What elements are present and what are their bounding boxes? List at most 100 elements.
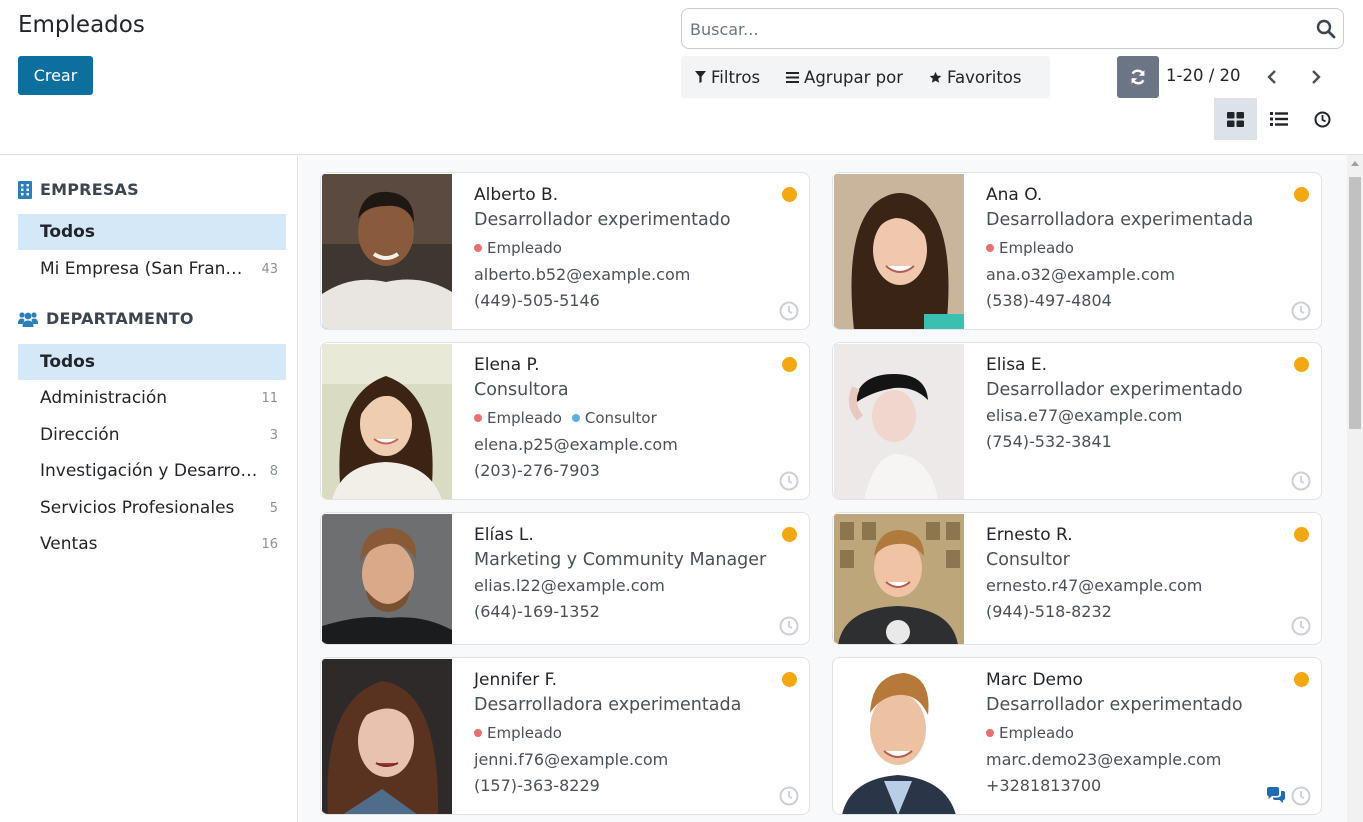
sidebar-item-department-ventas[interactable]: Ventas 16 xyxy=(18,526,286,562)
kanban-view-button[interactable] xyxy=(1214,98,1258,140)
presence-status-icon xyxy=(1294,672,1309,687)
employee-phone[interactable]: (157)-363-8229 xyxy=(474,773,779,799)
employee-card[interactable]: Elena P. Consultora Empleado Consultor e… xyxy=(320,342,810,500)
employee-name: Marc Demo xyxy=(986,670,1083,690)
employee-card[interactable]: Elías L. Marketing y Community Manager e… xyxy=(320,512,810,645)
pager-value[interactable]: 1-20 / 20 xyxy=(1166,66,1241,85)
scrollbar[interactable] xyxy=(1347,155,1363,822)
refresh-button[interactable] xyxy=(1117,56,1159,98)
control-panel: Empleados Crear Filtros Agrupar por Favo… xyxy=(0,0,1363,155)
employee-card[interactable]: Jennifer F. Desarrolladora experimentada… xyxy=(320,657,810,815)
activity-clock-icon[interactable] xyxy=(1291,301,1311,321)
employee-email[interactable]: ana.o32@example.com xyxy=(986,262,1291,288)
employee-phone[interactable]: (754)-532-3841 xyxy=(986,429,1291,455)
employee-email[interactable]: ernesto.r47@example.com xyxy=(986,573,1291,599)
employee-phone[interactable]: (944)-518-8232 xyxy=(986,599,1291,625)
kanban-view: Alberto B. Desarrollador experimentado E… xyxy=(299,155,1347,822)
sidebar-item-companies-all[interactable]: Todos xyxy=(18,214,286,250)
employee-name: Elías L. xyxy=(474,525,534,545)
employee-card[interactable]: Elisa E. Desarrollador experimentado eli… xyxy=(832,342,1322,500)
employee-card[interactable]: Marc Demo Desarrollador experimentado Em… xyxy=(832,657,1322,815)
department-header-label: DEPARTAMENTO xyxy=(46,309,194,328)
employee-tags: Empleado xyxy=(474,718,779,747)
employee-email[interactable]: jenni.f76@example.com xyxy=(474,747,779,773)
activity-view-button[interactable] xyxy=(1301,98,1344,140)
star-icon xyxy=(929,71,942,83)
employee-email[interactable]: alberto.b52@example.com xyxy=(474,262,779,288)
favorites-button[interactable]: Favoritos xyxy=(929,67,1022,87)
activity-clock-icon[interactable] xyxy=(779,471,799,491)
pager-previous-button[interactable] xyxy=(1262,65,1282,89)
employee-card[interactable]: Alberto B. Desarrollador experimentado E… xyxy=(320,172,810,330)
employee-email[interactable]: elena.p25@example.com xyxy=(474,432,779,458)
employee-avatar xyxy=(834,659,964,814)
employee-name: Ernesto R. xyxy=(986,525,1073,545)
sidebar-item-count: 8 xyxy=(269,463,278,479)
sidebar-item-department-administracion[interactable]: Administración 11 xyxy=(18,380,286,416)
employee-email[interactable]: elias.l22@example.com xyxy=(474,573,779,599)
employee-card[interactable]: Ernesto R. Consultor ernesto.r47@example… xyxy=(832,512,1322,645)
employee-avatar xyxy=(322,344,452,499)
employee-card[interactable]: Ana O. Desarrolladora experimentada Empl… xyxy=(832,172,1322,330)
chat-icon[interactable] xyxy=(1266,787,1286,805)
sidebar-item-department-investigacion[interactable]: Investigación y Desarrollo 8 xyxy=(18,453,286,489)
employee-avatar xyxy=(834,514,964,644)
activity-clock-icon[interactable] xyxy=(1291,786,1311,806)
employee-job-title: Desarrollador experimentado xyxy=(474,210,731,230)
tag-consultant: Consultor xyxy=(571,409,657,427)
employee-phone[interactable]: (538)-497-4804 xyxy=(986,288,1291,314)
scroll-up-arrow-icon[interactable] xyxy=(1351,161,1359,166)
sidebar-item-department-direccion[interactable]: Dirección 3 xyxy=(18,417,286,453)
pager-next-button[interactable] xyxy=(1306,65,1326,89)
sidebar-item-department-all[interactable]: Todos xyxy=(18,344,286,380)
chevron-left-icon xyxy=(1267,70,1276,84)
activity-clock-icon[interactable] xyxy=(1291,616,1311,636)
activity-clock-icon[interactable] xyxy=(779,616,799,636)
activity-clock-icon[interactable] xyxy=(779,301,799,321)
employee-phone[interactable]: +3281813700 xyxy=(986,773,1291,799)
building-icon xyxy=(18,180,32,199)
employee-email[interactable]: marc.demo23@example.com xyxy=(986,747,1291,773)
employee-name: Elisa E. xyxy=(986,355,1048,375)
create-button[interactable]: Crear xyxy=(18,56,93,95)
scrollbar-thumb[interactable] xyxy=(1349,177,1361,429)
presence-status-icon xyxy=(1294,357,1309,372)
employee-job-title: Desarrollador experimentado xyxy=(986,695,1243,715)
search-input[interactable] xyxy=(690,17,1290,41)
sidebar-item-department-servicios[interactable]: Servicios Profesionales 5 xyxy=(18,490,286,526)
employee-phone[interactable]: (449)-505-5146 xyxy=(474,288,779,314)
employee-phone[interactable]: (203)-276-7903 xyxy=(474,458,779,484)
group-by-button[interactable]: Agrupar por xyxy=(786,68,903,87)
employee-tags: Empleado xyxy=(474,233,779,262)
employee-phone[interactable]: (644)-169-1352 xyxy=(474,599,779,625)
tag-employee: Empleado xyxy=(474,724,562,742)
employee-avatar xyxy=(834,344,964,499)
employee-name: Elena P. xyxy=(474,355,540,375)
filters-label: Filtros xyxy=(711,67,761,87)
tag-employee: Empleado xyxy=(986,724,1074,742)
list-icon xyxy=(1269,112,1288,126)
employee-job-title: Desarrollador experimentado xyxy=(986,380,1243,400)
group-by-label: Agrupar por xyxy=(804,67,904,87)
page-title: Empleados xyxy=(18,12,145,38)
employee-tags: Empleado xyxy=(986,233,1291,262)
favorites-label: Favoritos xyxy=(947,67,1022,87)
sidebar-item-count: 5 xyxy=(269,500,278,516)
view-switcher xyxy=(1214,98,1344,140)
presence-status-icon xyxy=(782,187,797,202)
presence-status-icon xyxy=(782,527,797,542)
sidebar-item-company-my-company[interactable]: Mi Empresa (San Francisco) 43 xyxy=(18,251,286,287)
search-icon[interactable] xyxy=(1315,18,1337,40)
filters-button[interactable]: Filtros xyxy=(695,68,760,87)
activity-clock-icon[interactable] xyxy=(779,786,799,806)
refresh-icon xyxy=(1131,69,1145,85)
activity-clock-icon[interactable] xyxy=(1291,471,1311,491)
list-view-button[interactable] xyxy=(1257,98,1300,140)
companies-header-label: EMPRESAS xyxy=(40,180,139,199)
sidebar-item-count: 16 xyxy=(261,536,278,552)
search-bar[interactable] xyxy=(681,8,1344,49)
employee-email[interactable]: elisa.e77@example.com xyxy=(986,403,1291,429)
filter-icon xyxy=(695,71,706,83)
employee-job-title: Consultor xyxy=(986,550,1070,570)
tag-employee: Empleado xyxy=(474,409,562,427)
